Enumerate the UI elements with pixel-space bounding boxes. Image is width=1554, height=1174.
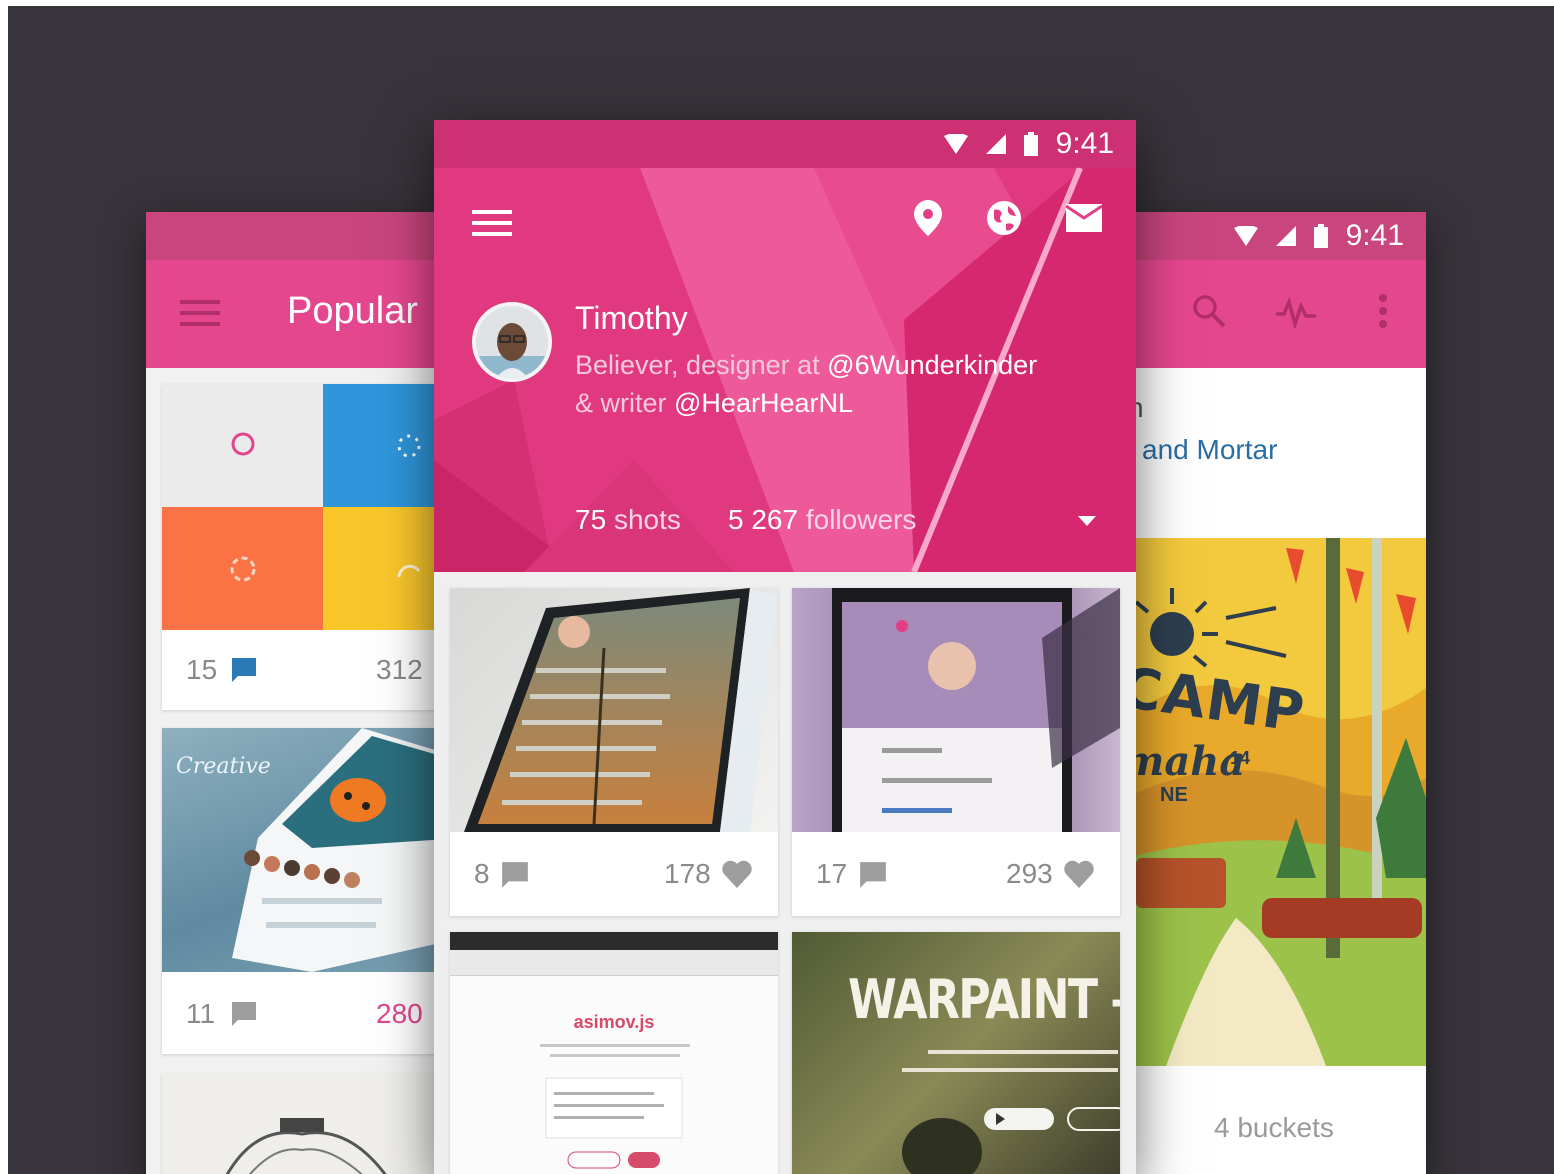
- search-icon[interactable]: [1192, 294, 1226, 328]
- comment-count: 17: [816, 858, 848, 889]
- battery-icon: [1023, 132, 1038, 156]
- shot-thumbnail-tile: [323, 384, 446, 507]
- comment-icon[interactable]: [230, 656, 258, 684]
- shot-thumbnail-tile: [162, 507, 323, 630]
- app-bar: Popular: [146, 260, 446, 368]
- shot-thumbnail: asimov.js: [450, 932, 778, 1174]
- bio-handle-link[interactable]: @HearHearNL: [674, 388, 853, 418]
- shot-thumbnail: [162, 1074, 446, 1174]
- shots-grid: 8 178 17 293 asimov.js WARPAINT: [434, 572, 1136, 1174]
- bio-handle-link[interactable]: @6Wunderkinder: [827, 350, 1037, 380]
- comment-count: 8: [474, 858, 490, 889]
- status-bar: [146, 212, 446, 260]
- profile-phone-screen: 9:41 Timothy Believer, designer at @6Wun…: [434, 120, 1136, 1174]
- battery-icon: [1313, 224, 1328, 248]
- app-bar: [1126, 260, 1426, 368]
- shot-thumbnail: WARPAINT – W: [792, 932, 1120, 1174]
- shot-card[interactable]: 17 293: [792, 588, 1120, 916]
- location-pin-icon[interactable]: [914, 200, 942, 236]
- comment-count: 15: [186, 654, 218, 685]
- shot-card[interactable]: 15 312: [162, 384, 446, 710]
- shot-card[interactable]: [162, 1074, 446, 1174]
- bucket-count: 4 buckets: [1214, 1112, 1334, 1143]
- status-bar: 9:41: [434, 120, 1136, 168]
- signal-icon: [985, 134, 1006, 154]
- activity-icon[interactable]: [1276, 296, 1316, 328]
- shot-card[interactable]: 8 178: [450, 588, 778, 916]
- like-count: 280: [376, 998, 423, 1029]
- shot-card[interactable]: asimov.js: [450, 932, 778, 1174]
- left-phone-screen: Popular 15 312 Creative 11 280: [146, 212, 446, 1174]
- shot-card-footer: 11 280: [162, 976, 446, 1054]
- like-count: 293: [1006, 858, 1053, 889]
- mail-icon[interactable]: [1066, 204, 1102, 232]
- right-phone-screen: 9:41 n and Mortar: [1126, 212, 1426, 1174]
- comment-icon[interactable]: [230, 1000, 258, 1028]
- like-count: 312: [376, 654, 423, 685]
- shot-card-footer: 15 312: [162, 632, 446, 710]
- bio-text: Believer, designer at: [575, 350, 828, 380]
- status-bar: 9:41: [1126, 212, 1426, 260]
- comment-icon[interactable]: [500, 860, 530, 890]
- shot-card-footer: 8 178: [450, 832, 778, 916]
- globe-icon[interactable]: [986, 200, 1022, 236]
- followers-stat[interactable]: 5 267 followers: [728, 504, 916, 536]
- dropdown-arrow-icon[interactable]: [1078, 516, 1096, 526]
- comment-icon[interactable]: [858, 860, 888, 890]
- shot-card-footer: 17 293: [792, 832, 1120, 916]
- shot-thumbnail: Creative: [162, 728, 446, 972]
- poster-text: maha: [1126, 738, 1246, 785]
- shot-card[interactable]: Creative 11 280: [162, 728, 446, 1054]
- profile-bio: Believer, designer at @6Wunderkinder & w…: [575, 346, 1095, 422]
- profile-header: 9:41 Timothy Believer, designer at @6Wun…: [434, 120, 1136, 572]
- wifi-icon: [1233, 226, 1258, 246]
- signal-icon: [1275, 226, 1296, 246]
- menu-icon[interactable]: [472, 208, 512, 238]
- menu-icon[interactable]: [180, 298, 220, 328]
- like-count: 178: [664, 858, 711, 889]
- status-time: 9:41: [1345, 219, 1404, 252]
- shots-stat[interactable]: 75 shots: [575, 504, 681, 536]
- heart-icon[interactable]: [722, 860, 752, 888]
- status-time: 9:41: [1055, 127, 1114, 160]
- page-title: Popular: [287, 290, 418, 332]
- showcase-background: Popular 15 312 Creative 11 280 9:41 and …: [8, 6, 1554, 1174]
- poster-text: 14: [1230, 748, 1251, 768]
- shot-thumbnail: [450, 588, 778, 832]
- profile-name: Timothy: [575, 300, 688, 336]
- shot-thumbnail: [792, 588, 1120, 832]
- more-vert-icon[interactable]: [1378, 294, 1388, 328]
- heart-icon[interactable]: [1064, 860, 1094, 888]
- bucket-cover-image: CAMP maha 14 NE: [1126, 538, 1426, 1066]
- subtitle-link[interactable]: and Mortar: [1142, 434, 1277, 466]
- poster-text: NE: [1160, 784, 1188, 806]
- comment-count: 11: [186, 998, 216, 1029]
- shot-thumbnail-tile: [162, 384, 323, 507]
- shot-card[interactable]: WARPAINT – W: [792, 932, 1120, 1174]
- avatar[interactable]: [472, 302, 552, 382]
- shot-thumbnail-tile: [323, 507, 446, 630]
- wifi-icon: [943, 134, 968, 154]
- bio-text: & writer: [575, 388, 675, 418]
